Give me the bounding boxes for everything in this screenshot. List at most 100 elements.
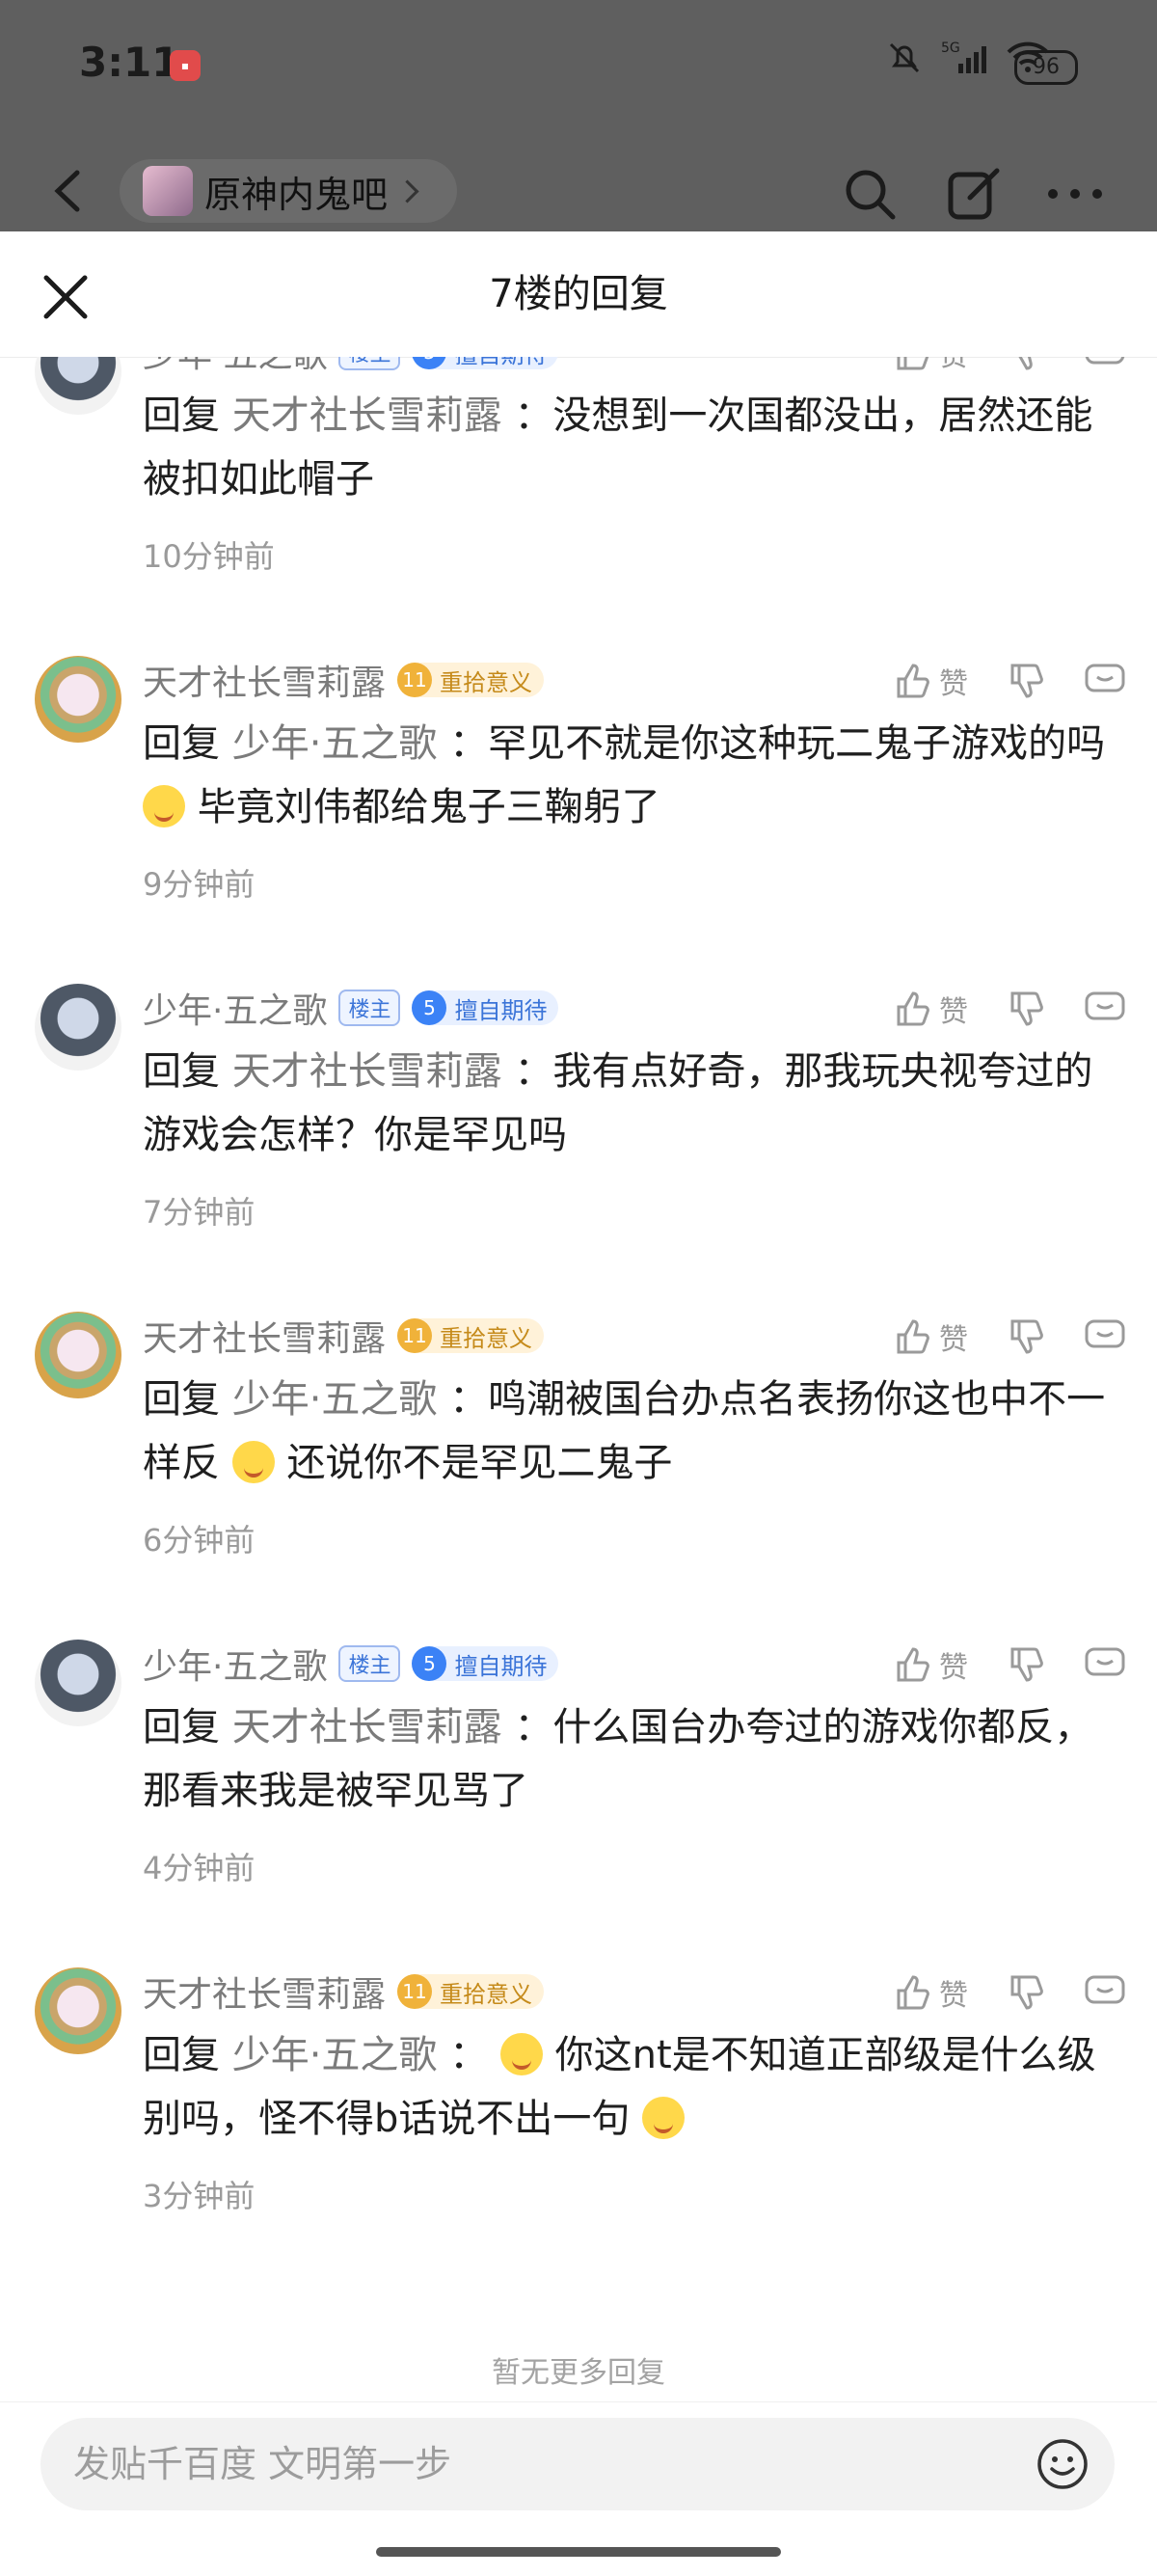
dislike-button[interactable] <box>1007 1973 1045 2012</box>
back-icon[interactable] <box>48 167 87 215</box>
username[interactable]: 天才社长雪莉露 <box>143 1311 386 1361</box>
forum-chip[interactable]: 原神内鬼吧 <box>120 159 457 223</box>
reply-button[interactable] <box>1084 357 1126 372</box>
thumbs-down-icon <box>1010 1647 1043 1682</box>
user-line: 少年·五之歌 楼主 5 擅自期待 <box>143 983 559 1033</box>
user-line: 天才社长雪莉露 11 重拾意义 <box>143 1311 545 1361</box>
grin-emoji-icon <box>143 785 185 827</box>
username[interactable]: 少年·五之歌 <box>143 1639 327 1689</box>
home-indicator[interactable] <box>376 2547 781 2557</box>
avatar[interactable] <box>35 984 121 1071</box>
comment-content-cont: 还说你不是罕见二鬼子 <box>286 1441 673 1485</box>
like-label: 赞 <box>939 357 968 374</box>
level-title: 重拾意义 <box>440 1980 533 2008</box>
notification-badge-icon: ▪ <box>170 50 201 81</box>
level-title: 擅自期待 <box>446 357 558 369</box>
dislike-button[interactable] <box>1007 1317 1045 1356</box>
emoji-icon[interactable] <box>1036 2437 1090 2491</box>
username[interactable]: 天才社长雪莉露 <box>143 1966 386 2017</box>
reply-word: 回复 <box>143 1049 220 1094</box>
grin-emoji-icon <box>231 1441 275 1483</box>
avatar[interactable] <box>35 357 121 415</box>
like-label: 赞 <box>939 1979 968 2013</box>
sheet-header: 7楼的回复 <box>0 231 1157 358</box>
like-button[interactable]: 赞 <box>893 1315 968 1358</box>
no-more-replies: 暂无更多回复 <box>492 2356 665 2390</box>
reply-button[interactable] <box>1084 990 1126 1028</box>
level-title: 重拾意义 <box>440 668 533 696</box>
like-button[interactable]: 赞 <box>893 988 968 1030</box>
reply-to-user[interactable]: 少年·五之歌 <box>232 2033 438 2077</box>
reply-word: 回复 <box>143 2033 220 2077</box>
reply-sheet: 7楼的回复 少年·五之歌 楼主 5 擅自期待 赞 <box>0 231 1157 2576</box>
comment-actions: 赞 <box>854 1643 1126 1686</box>
username[interactable]: 天才社长雪莉露 <box>143 655 386 705</box>
thumbs-up-icon <box>897 991 929 1026</box>
dislike-button[interactable] <box>1007 990 1045 1028</box>
thumbs-down-icon <box>1010 1319 1043 1354</box>
reply-button[interactable] <box>1084 1973 1126 2012</box>
input-placeholder: 发贴千百度 文明第一步 <box>73 2443 452 2485</box>
level-badge: 11 重拾意义 <box>397 663 545 697</box>
like-label: 赞 <box>939 1651 968 1685</box>
reply-input[interactable]: 发贴千百度 文明第一步 <box>40 2418 1115 2510</box>
comment-actions: 赞 <box>854 1971 1126 2014</box>
reply-to-user[interactable]: 天才社长雪莉露 <box>232 393 502 438</box>
avatar[interactable] <box>35 656 121 743</box>
comment-actions: 赞 <box>854 988 1126 1030</box>
username[interactable]: 少年·五之歌 <box>143 983 327 1033</box>
list-item: 天才社长雪莉露 11 重拾意义 赞 回复 <box>0 1967 1157 2286</box>
reply-word: 回复 <box>143 393 220 438</box>
battery-indicator: 96 <box>1014 50 1078 85</box>
host-badge: 楼主 <box>338 357 401 370</box>
list-item: 少年·五之歌 楼主 5 擅自期待 赞 回复 <box>0 357 1157 656</box>
like-button[interactable]: 赞 <box>893 660 968 702</box>
avatar[interactable] <box>35 1967 121 2054</box>
thumbs-down-icon <box>1010 664 1043 698</box>
grin-emoji-icon <box>642 2097 686 2139</box>
network-label: 5G <box>941 41 960 56</box>
comment-icon <box>1085 664 1125 692</box>
search-icon[interactable] <box>841 165 899 223</box>
host-badge: 楼主 <box>338 990 401 1026</box>
reply-word: 回复 <box>143 1705 220 1749</box>
thumbs-up-icon <box>897 1319 929 1354</box>
reply-word: 回复 <box>143 721 220 766</box>
reply-to-user[interactable]: 少年·五之歌 <box>232 721 438 766</box>
status-bar: 3:11 ▪ 5G 96 <box>0 0 1157 135</box>
like-button[interactable]: 赞 <box>893 357 968 374</box>
reply-button[interactable] <box>1084 662 1126 700</box>
username[interactable]: 少年·五之歌 <box>143 357 327 377</box>
level-title: 擅自期待 <box>454 996 548 1024</box>
level-badge: 5 擅自期待 <box>412 1646 559 1681</box>
user-line: 天才社长雪莉露 11 重拾意义 <box>143 655 545 705</box>
reply-button[interactable] <box>1084 1317 1126 1356</box>
thumbs-down-icon <box>1018 357 1033 370</box>
forum-avatar <box>143 166 193 216</box>
dislike-button[interactable] <box>1007 662 1045 700</box>
reply-to-user[interactable]: 少年·五之歌 <box>232 1377 438 1422</box>
dislike-button[interactable] <box>1007 357 1045 372</box>
avatar[interactable] <box>35 1312 121 1398</box>
avatar[interactable] <box>35 1640 121 1726</box>
more-icon[interactable] <box>1041 175 1109 213</box>
host-badge: 楼主 <box>338 1645 401 1682</box>
user-line: 少年·五之歌 楼主 5 擅自期待 <box>143 357 559 377</box>
reply-to-user[interactable]: 天才社长雪莉露 <box>232 1705 502 1749</box>
like-label: 赞 <box>939 995 968 1029</box>
comment-time: 9分钟前 <box>143 866 256 903</box>
grin-emoji-icon <box>499 2033 543 2075</box>
comment-actions: 赞 <box>854 357 1126 374</box>
forum-name: 原神内鬼吧 <box>204 173 389 216</box>
close-icon[interactable] <box>39 270 93 324</box>
like-button[interactable]: 赞 <box>893 1971 968 2014</box>
thumbs-up-icon <box>897 357 929 370</box>
reply-button[interactable] <box>1084 1645 1126 1684</box>
dislike-button[interactable] <box>1007 1645 1045 1684</box>
edit-icon[interactable] <box>945 165 1003 223</box>
reply-to-user[interactable]: 天才社长雪莉露 <box>232 1049 502 1094</box>
level-number: 5 <box>412 990 447 1025</box>
level-badge: 5 擅自期待 <box>412 990 559 1025</box>
comment-text: 回复 少年·五之歌 ： 你这nt是不知道正部级是什么级别吗，怪不得b话说不出一句 <box>143 2023 1117 2151</box>
like-button[interactable]: 赞 <box>893 1643 968 1686</box>
